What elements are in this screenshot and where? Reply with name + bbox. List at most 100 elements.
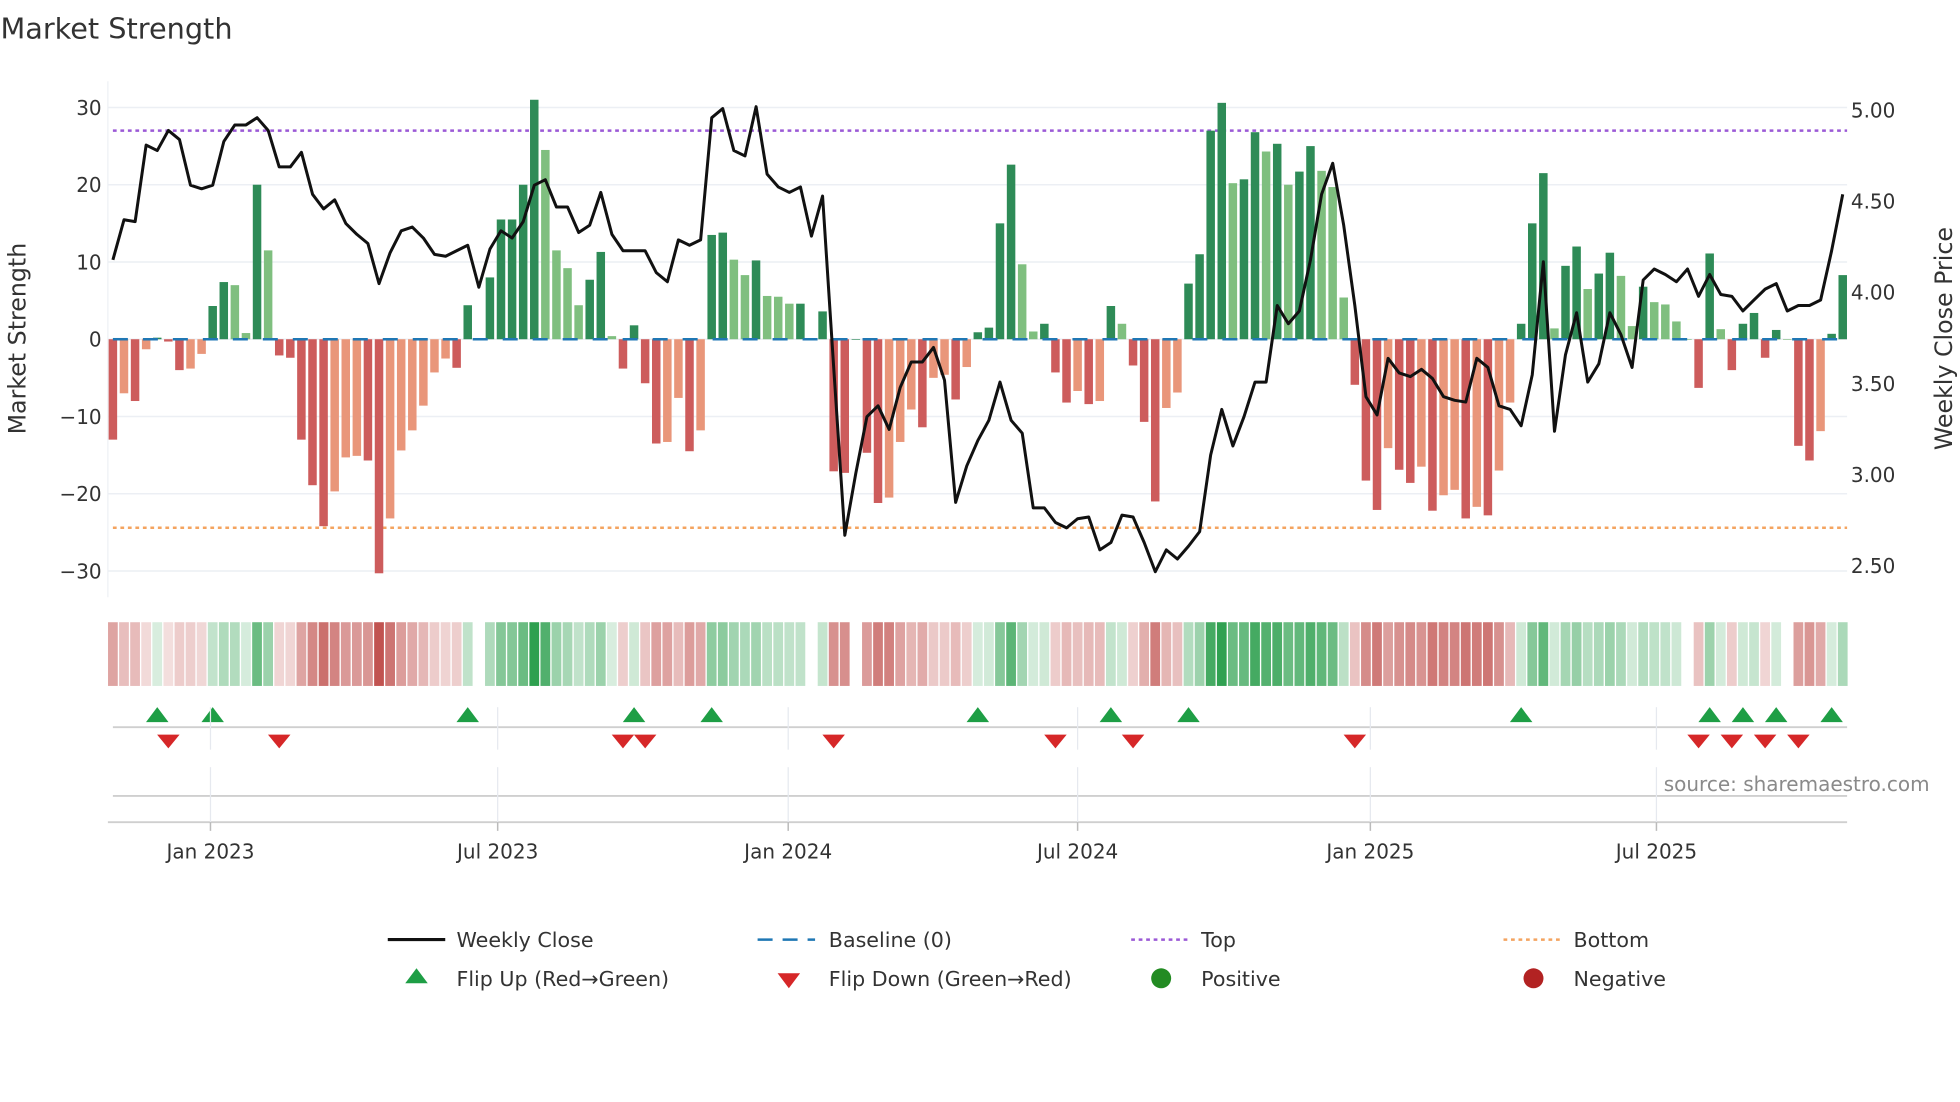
flip-down-marker [611,734,635,749]
strength-bar [1428,339,1437,511]
heat-cell [1638,622,1649,686]
legend-item-bottom[interactable]: Bottom [1503,928,1650,952]
flip-down-marker [1787,734,1810,749]
y-tick-label: 0 [89,328,102,352]
heat-cell [884,622,894,686]
heat-cell [607,622,617,686]
heat-cell [318,622,329,686]
flip-down-marker [1044,734,1067,749]
strength-bar [252,184,262,340]
heat-cell [1660,622,1671,686]
strength-bar [818,311,827,340]
heat-cell [451,622,462,686]
strength-bar [463,305,472,340]
strength-bar [1173,339,1182,393]
heat-cell [817,622,828,686]
heat-cell [163,622,174,686]
flip-down-marker [1121,734,1145,749]
strength-bar [785,303,794,340]
heat-cell [274,622,285,686]
strength-heat-strip [108,622,1848,686]
y-tick-label: −30 [59,559,101,583]
heat-cell [1471,622,1482,686]
strength-bar [629,325,639,340]
heat-cell [418,622,429,686]
heat-cell [152,622,163,686]
legend-item-flip-down[interactable]: Flip Down (Green→Red) [777,967,1072,991]
heat-cell [873,622,883,686]
strength-bar [374,339,384,574]
strength-bar [751,260,761,340]
heat-cell [595,622,606,686]
strength-bar [1672,321,1681,340]
legend-item-flip-up[interactable]: Flip Up (Red→Green) [405,967,669,991]
legend-item-positive[interactable]: Positive [1151,967,1281,991]
strength-bar [1184,283,1193,340]
y-right-tick-label: 5.00 [1851,98,1896,122]
heat-cell [340,622,351,686]
heat-cell [252,622,262,686]
strength-bar [308,339,317,486]
strength-bar [1117,323,1127,340]
heat-cell [1117,622,1127,686]
strength-bar [1738,323,1748,340]
strength-bar [618,339,628,369]
strength-bar [1394,339,1404,470]
strength-bar [574,305,583,340]
strength-bar [1439,339,1448,496]
heat-cell [1394,622,1405,686]
strength-bar [219,282,229,340]
x-axis-ticks: Jan 2023 Jul 2023 Jan 2024 Jul 2024 Jan 2025… [164,707,1697,863]
y-tick-label: 30 [76,96,101,120]
heat-cell [1582,622,1593,686]
strength-bar [718,232,728,340]
strength-bar [951,339,960,400]
strength-bar [1250,132,1260,340]
heat-cell [1128,622,1138,686]
strength-bar [341,339,351,458]
legend-label: Flip Down (Green→Red) [829,967,1072,991]
heat-cell [1549,622,1560,686]
heat-cell [562,622,573,686]
strength-bar [1450,339,1459,490]
heat-cell [551,622,562,686]
left-axis-ticks: 30 20 10 0 −10 −20 −30 [59,96,101,583]
strength-bar [1505,339,1515,403]
heat-cell [629,622,639,686]
heat-cell [1361,622,1371,686]
right-axis-title: Weekly Close Price [1930,227,1958,450]
heat-cell [828,622,839,686]
heat-cell [363,622,373,686]
legend-item-baseline[interactable]: Baseline (0) [757,928,952,952]
heat-cell [1405,622,1416,686]
heat-cell [329,622,340,686]
strength-bar [130,339,140,402]
heat-cell [1028,622,1039,686]
legend-label: Bottom [1573,928,1649,952]
x-tick-label: Jan 2023 [164,839,254,863]
legend-item-negative[interactable]: Negative [1523,967,1666,991]
strength-bar [208,306,217,340]
left-axis-title: Market Strength [3,243,31,435]
heat-cell [1460,622,1471,686]
legend-item-top[interactable]: Top [1131,928,1236,952]
strength-bar [1461,339,1470,519]
strength-bar [1139,339,1149,422]
heat-cell [839,622,850,686]
legend-item-weekly-close[interactable]: Weekly Close [387,928,594,952]
strength-bar [918,339,927,428]
heat-cell [1094,622,1105,686]
heat-cell [1427,622,1438,686]
heat-cell [507,622,517,686]
strength-bar [1328,187,1337,340]
flip-up-marker [201,707,224,723]
strength-bar [1372,339,1382,510]
heat-cell [673,622,684,686]
heat-cell [1604,622,1615,686]
strength-bar [1150,339,1160,502]
heat-cell [961,622,972,686]
heat-cell [1593,622,1604,686]
heat-cell [972,622,983,686]
strength-bar [707,234,716,340]
heat-cell [1782,622,1792,686]
